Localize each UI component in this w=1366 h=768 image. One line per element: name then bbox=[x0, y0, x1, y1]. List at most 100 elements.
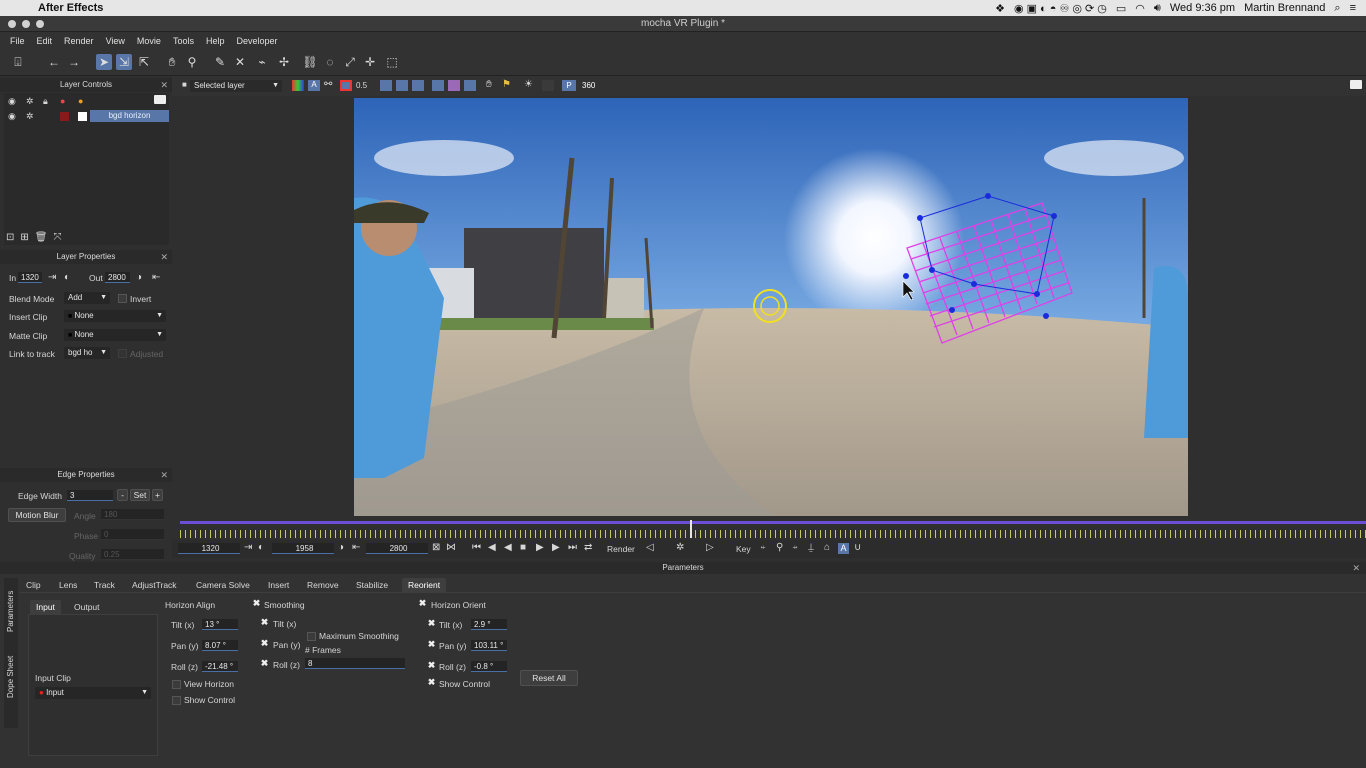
go-end-icon[interactable]: ⏭ bbox=[568, 542, 577, 553]
close-window-button[interactable] bbox=[8, 20, 16, 28]
set-in-icon[interactable]: ⇥ bbox=[48, 272, 56, 283]
matte-view-icon[interactable] bbox=[340, 80, 352, 91]
smooth-pan-checkbox[interactable]: ✖ bbox=[260, 639, 269, 649]
prev-key-icon[interactable]: ⍅ bbox=[760, 542, 766, 553]
quality-field[interactable]: 0.25 bbox=[101, 549, 164, 560]
render-frame-icon[interactable]: ✲ bbox=[676, 542, 684, 553]
layer-name[interactable]: bgd horizon bbox=[90, 110, 169, 122]
edge-width-plus-button[interactable]: + bbox=[152, 489, 163, 501]
out-frame-field[interactable]: 2800 bbox=[366, 543, 428, 554]
user-name[interactable]: Martin Brennand bbox=[1244, 2, 1325, 14]
reset-all-button[interactable]: Reset All bbox=[520, 670, 578, 686]
go-out-icon[interactable]: ◑ bbox=[136, 272, 142, 283]
orient-roll-field[interactable]: -0.8 ° bbox=[471, 661, 507, 672]
in-frame-field[interactable]: 1320 bbox=[178, 543, 240, 554]
link-tool-icon[interactable]: ⛓ bbox=[302, 54, 318, 70]
fit-timeline-icon[interactable]: ⋈ bbox=[446, 542, 456, 553]
go-out-point-icon[interactable]: ◑ bbox=[338, 542, 344, 553]
lock-icon[interactable]: 🔒︎ bbox=[43, 96, 48, 107]
gear-icon[interactable]: ✲ bbox=[26, 96, 34, 107]
smoothing-checkbox[interactable]: ✖ bbox=[252, 599, 261, 609]
align-tilt-field[interactable]: 13 ° bbox=[202, 619, 238, 630]
zoom-timeline-icon[interactable]: ⊠ bbox=[432, 542, 440, 553]
eye-icon[interactable]: ◉ bbox=[8, 96, 16, 107]
menu-movie[interactable]: Movie bbox=[131, 36, 167, 46]
go-start-icon[interactable]: ⏮ bbox=[472, 542, 481, 553]
angle-field[interactable]: 180 bbox=[101, 509, 164, 520]
360-toggle[interactable]: 360 bbox=[582, 81, 595, 90]
tab-camera-solve[interactable]: Camera Solve bbox=[190, 578, 256, 592]
new-layer-icon[interactable]: ⊡ bbox=[6, 232, 14, 246]
auto-key-icon[interactable]: A bbox=[838, 543, 849, 554]
subtab-output[interactable]: Output bbox=[68, 600, 106, 614]
tab-stabilize[interactable]: Stabilize bbox=[350, 578, 394, 592]
layer-display-select[interactable]: Selected layer ▼ bbox=[190, 80, 282, 92]
blend-mode-select[interactable]: Add ▼ bbox=[64, 292, 110, 304]
side-tab-dope-sheet[interactable]: Dope Sheet bbox=[6, 656, 15, 698]
render-backward-icon[interactable]: ◁ bbox=[646, 542, 654, 553]
wifi-icon[interactable]: ◠ bbox=[1135, 2, 1145, 15]
phase-field[interactable]: 0 bbox=[101, 529, 164, 540]
scale-tool-icon[interactable]: ⤢ bbox=[342, 54, 358, 70]
color-icon[interactable]: ● bbox=[60, 96, 65, 106]
stop-icon[interactable]: ■ bbox=[520, 542, 526, 553]
edge-width-field[interactable]: 3 bbox=[67, 490, 113, 501]
view-mode-5-icon[interactable] bbox=[448, 80, 460, 91]
close-icon[interactable]: ✕ bbox=[1352, 562, 1360, 574]
matte-clip-select[interactable]: ■ None ▼ bbox=[64, 329, 166, 341]
tab-adjusttrack[interactable]: AdjustTrack bbox=[126, 578, 183, 592]
edge-width-minus-button[interactable]: - bbox=[117, 489, 128, 501]
menu-file[interactable]: File bbox=[0, 36, 31, 46]
hand-tool-icon[interactable]: ✋︎ bbox=[164, 54, 180, 70]
set-out-icon[interactable]: ⇤ bbox=[152, 272, 160, 283]
link-track-select[interactable]: bgd ho ▼ bbox=[64, 347, 110, 359]
dropbox-icon[interactable]: ❖ bbox=[995, 2, 1005, 15]
visibility-eye-icon[interactable]: ◉ bbox=[8, 111, 16, 122]
orient-pan-field[interactable]: 103.11 ° bbox=[471, 640, 507, 651]
layer-color-swatch[interactable] bbox=[60, 112, 69, 121]
smooth-roll-checkbox[interactable]: ✖ bbox=[260, 659, 269, 669]
battery-icon[interactable]: ▭ bbox=[1116, 2, 1126, 15]
close-icon[interactable]: ✕ bbox=[160, 250, 168, 264]
align-show-control-checkbox[interactable] bbox=[172, 696, 181, 705]
search-icon[interactable]: ⌕ bbox=[1334, 2, 1340, 15]
zoom-window-button[interactable] bbox=[36, 20, 44, 28]
step-back-icon[interactable]: ◀ bbox=[488, 542, 496, 553]
edge-width-set-button[interactable]: Set bbox=[130, 489, 150, 501]
delete-all-keys-icon[interactable]: ⌂ bbox=[824, 542, 830, 553]
max-smoothing-checkbox[interactable] bbox=[307, 632, 316, 641]
orient-tilt-field[interactable]: 2.9 ° bbox=[471, 619, 507, 630]
tab-remove[interactable]: Remove bbox=[301, 578, 345, 592]
select-points-tool-icon[interactable]: ⇱ bbox=[136, 54, 152, 70]
view-mode-6-icon[interactable] bbox=[464, 80, 476, 91]
list-icon[interactable]: ≡ bbox=[1350, 2, 1356, 14]
smooth-tilt-checkbox[interactable]: ✖ bbox=[260, 618, 269, 628]
loop-icon[interactable]: ⇄ bbox=[584, 542, 592, 553]
delete-layer-icon[interactable]: 🗑︎ bbox=[35, 232, 48, 246]
minimize-window-button[interactable] bbox=[22, 20, 30, 28]
layer-gear-icon[interactable]: ✲ bbox=[26, 111, 34, 122]
orient-roll-checkbox[interactable]: ✖ bbox=[427, 661, 436, 671]
side-tab-parameters[interactable]: Parameters bbox=[6, 591, 15, 632]
render-forward-icon[interactable]: ▷ bbox=[706, 542, 714, 553]
orient-pan-checkbox[interactable]: ✖ bbox=[427, 640, 436, 650]
matte-icon[interactable]: ● bbox=[78, 96, 83, 106]
add-key-icon[interactable]: ⚲ bbox=[776, 542, 783, 553]
add-point-tool-icon[interactable]: ✎ bbox=[212, 54, 228, 70]
layer-row[interactable]: ◉ ✲ bgd horizon bbox=[4, 110, 169, 123]
step-forward-icon[interactable]: ▶︎ bbox=[552, 542, 560, 553]
menu-view[interactable]: View bbox=[100, 36, 131, 46]
menu-tools[interactable]: Tools bbox=[167, 36, 200, 46]
menu-edit[interactable]: Edit bbox=[31, 36, 59, 46]
duplicate-layer-icon[interactable]: ⊞ bbox=[20, 232, 28, 246]
redo-icon[interactable]: → bbox=[66, 54, 82, 70]
hand-icon[interactable]: ✋︎ bbox=[486, 79, 492, 90]
viewer-menu-icon[interactable] bbox=[1350, 80, 1362, 89]
view-mode-2-icon[interactable] bbox=[396, 80, 408, 91]
remove-point-tool-icon[interactable]: ✕ bbox=[232, 54, 248, 70]
orient-tilt-checkbox[interactable]: ✖ bbox=[427, 619, 436, 629]
timeline-ruler[interactable] bbox=[180, 530, 1366, 538]
menu-render[interactable]: Render bbox=[58, 36, 100, 46]
video-frame[interactable] bbox=[354, 98, 1188, 516]
go-in-icon[interactable]: ◐ bbox=[64, 272, 70, 283]
